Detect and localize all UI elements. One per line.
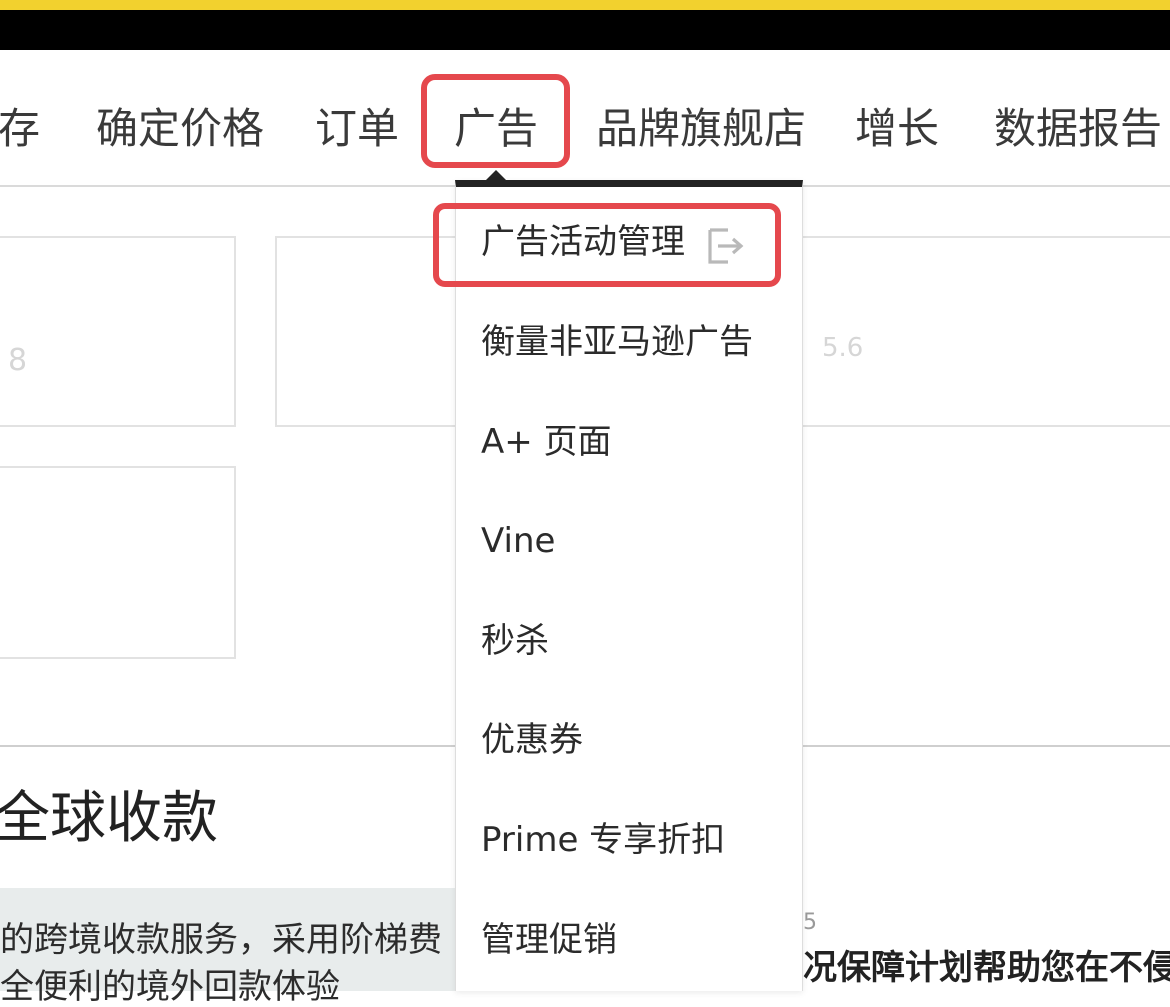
card-2-value: 5.6 bbox=[822, 333, 864, 363]
right-bold-text: 况保障计划帮助您在不侵 bbox=[803, 948, 1170, 988]
menu-item-lightning-deals[interactable]: 秒杀 bbox=[481, 621, 549, 661]
top-black-band bbox=[0, 10, 1170, 50]
section-title-global-payments: 全球收款 bbox=[0, 786, 218, 851]
nav-item-pricing[interactable]: 确定价格 bbox=[96, 104, 264, 154]
menu-item-coupons[interactable]: 优惠券 bbox=[481, 720, 583, 760]
dashboard-card-3[interactable] bbox=[0, 466, 236, 659]
card-1-value: 8 bbox=[8, 343, 28, 378]
info-line-2: 全便利的境外回款体验 bbox=[0, 967, 340, 1007]
menu-item-measure-non-amazon-ads[interactable]: 衡量非亚马逊广告 bbox=[481, 322, 753, 362]
nav-item-growth[interactable]: 增长 bbox=[855, 104, 939, 154]
nav-item-advertising[interactable]: 广告 bbox=[454, 104, 538, 154]
dashboard-card-1[interactable]: 8 bbox=[0, 236, 236, 427]
menu-item-a-plus-content[interactable]: A+ 页面 bbox=[481, 422, 612, 462]
nav-item-inventory[interactable]: 存 bbox=[0, 104, 40, 154]
advertising-dropdown-menu bbox=[455, 180, 803, 991]
info-line-1: 的跨境收款服务，采用阶梯费 bbox=[0, 920, 442, 960]
menu-item-prime-discounts[interactable]: Prime 专享折扣 bbox=[481, 820, 725, 860]
nav-item-brand-store[interactable]: 品牌旗舰店 bbox=[596, 104, 806, 154]
menu-item-campaign-manager[interactable]: 广告活动管理 bbox=[481, 222, 685, 262]
menu-item-vine[interactable]: Vine bbox=[481, 521, 555, 561]
nav-item-reports[interactable]: 数据报告 bbox=[994, 104, 1162, 154]
external-link-icon bbox=[708, 228, 744, 264]
nav-item-orders[interactable]: 订单 bbox=[315, 104, 399, 154]
right-small-text: 5 bbox=[803, 910, 817, 935]
menu-item-manage-promotions[interactable]: 管理促销 bbox=[481, 920, 617, 960]
payments-info-box: 的跨境收款服务，采用阶梯费 全便利的境外回款体验 bbox=[0, 888, 458, 1007]
top-yellow-strip bbox=[0, 0, 1170, 10]
